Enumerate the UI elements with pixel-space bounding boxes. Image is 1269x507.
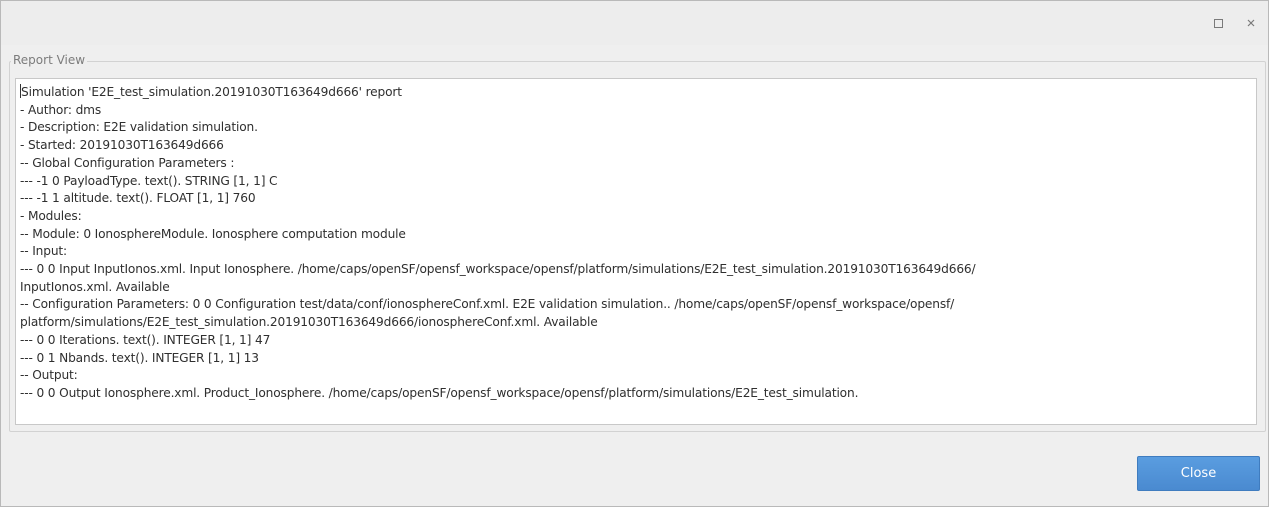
report-line: --- -1 0 PayloadType. text(). STRING [1,… [20, 173, 278, 188]
report-line: - Description: E2E validation simulation… [20, 120, 258, 135]
close-window-button[interactable] [1243, 15, 1259, 31]
report-line: --- 0 0 Input InputIonos.xml. Input Iono… [20, 262, 976, 277]
report-line: --- 0 0 Iterations. text(). INTEGER [1, … [20, 332, 271, 347]
report-line: -- Output: [20, 368, 78, 383]
report-content: Simulation 'E2E_test_simulation.20191030… [16, 79, 1256, 403]
report-line: -- Configuration Parameters: 0 0 Configu… [20, 297, 955, 312]
report-line: InputIonos.xml. Available [20, 279, 170, 294]
close-icon [1247, 19, 1255, 27]
report-dialog: Report View Simulation 'E2E_test_simulat… [0, 0, 1269, 507]
report-line: -- Module: 0 IonosphereModule. Ionospher… [20, 226, 406, 241]
report-line: - Started: 20191030T163649d666 [20, 138, 224, 153]
maximize-window-button[interactable] [1210, 15, 1226, 31]
report-view-label: Report View [11, 52, 88, 68]
report-text-area[interactable]: Simulation 'E2E_test_simulation.20191030… [15, 78, 1257, 425]
report-line: -- Global Configuration Parameters : [20, 155, 235, 170]
report-line: -- Input: [20, 244, 67, 259]
report-line: --- 0 0 Output Ionosphere.xml. Product_I… [20, 385, 859, 400]
close-button[interactable]: Close [1137, 456, 1260, 491]
maximize-icon [1213, 18, 1223, 28]
report-line: - Author: dms [20, 102, 102, 117]
report-line: Simulation 'E2E_test_simulation.20191030… [20, 84, 1252, 102]
report-line: - Modules: [20, 208, 82, 223]
report-line: --- 0 1 Nbands. text(). INTEGER [1, 1] 1… [20, 350, 259, 365]
report-line: --- -1 1 altitude. text(). FLOAT [1, 1] … [20, 191, 256, 206]
report-line: platform/simulations/E2E_test_simulation… [20, 315, 598, 330]
title-bar[interactable] [1, 1, 1268, 45]
